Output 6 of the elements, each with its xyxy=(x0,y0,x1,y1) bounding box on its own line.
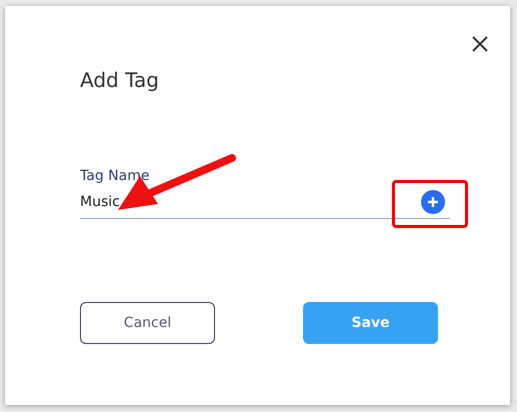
dialog-title: Add Tag xyxy=(80,68,160,92)
cancel-button[interactable]: Cancel xyxy=(80,302,216,344)
field-label: Tag Name xyxy=(80,168,150,184)
close-icon[interactable] xyxy=(470,34,490,54)
add-icon[interactable] xyxy=(421,190,445,214)
input-field[interactable]: Music xyxy=(80,194,280,210)
